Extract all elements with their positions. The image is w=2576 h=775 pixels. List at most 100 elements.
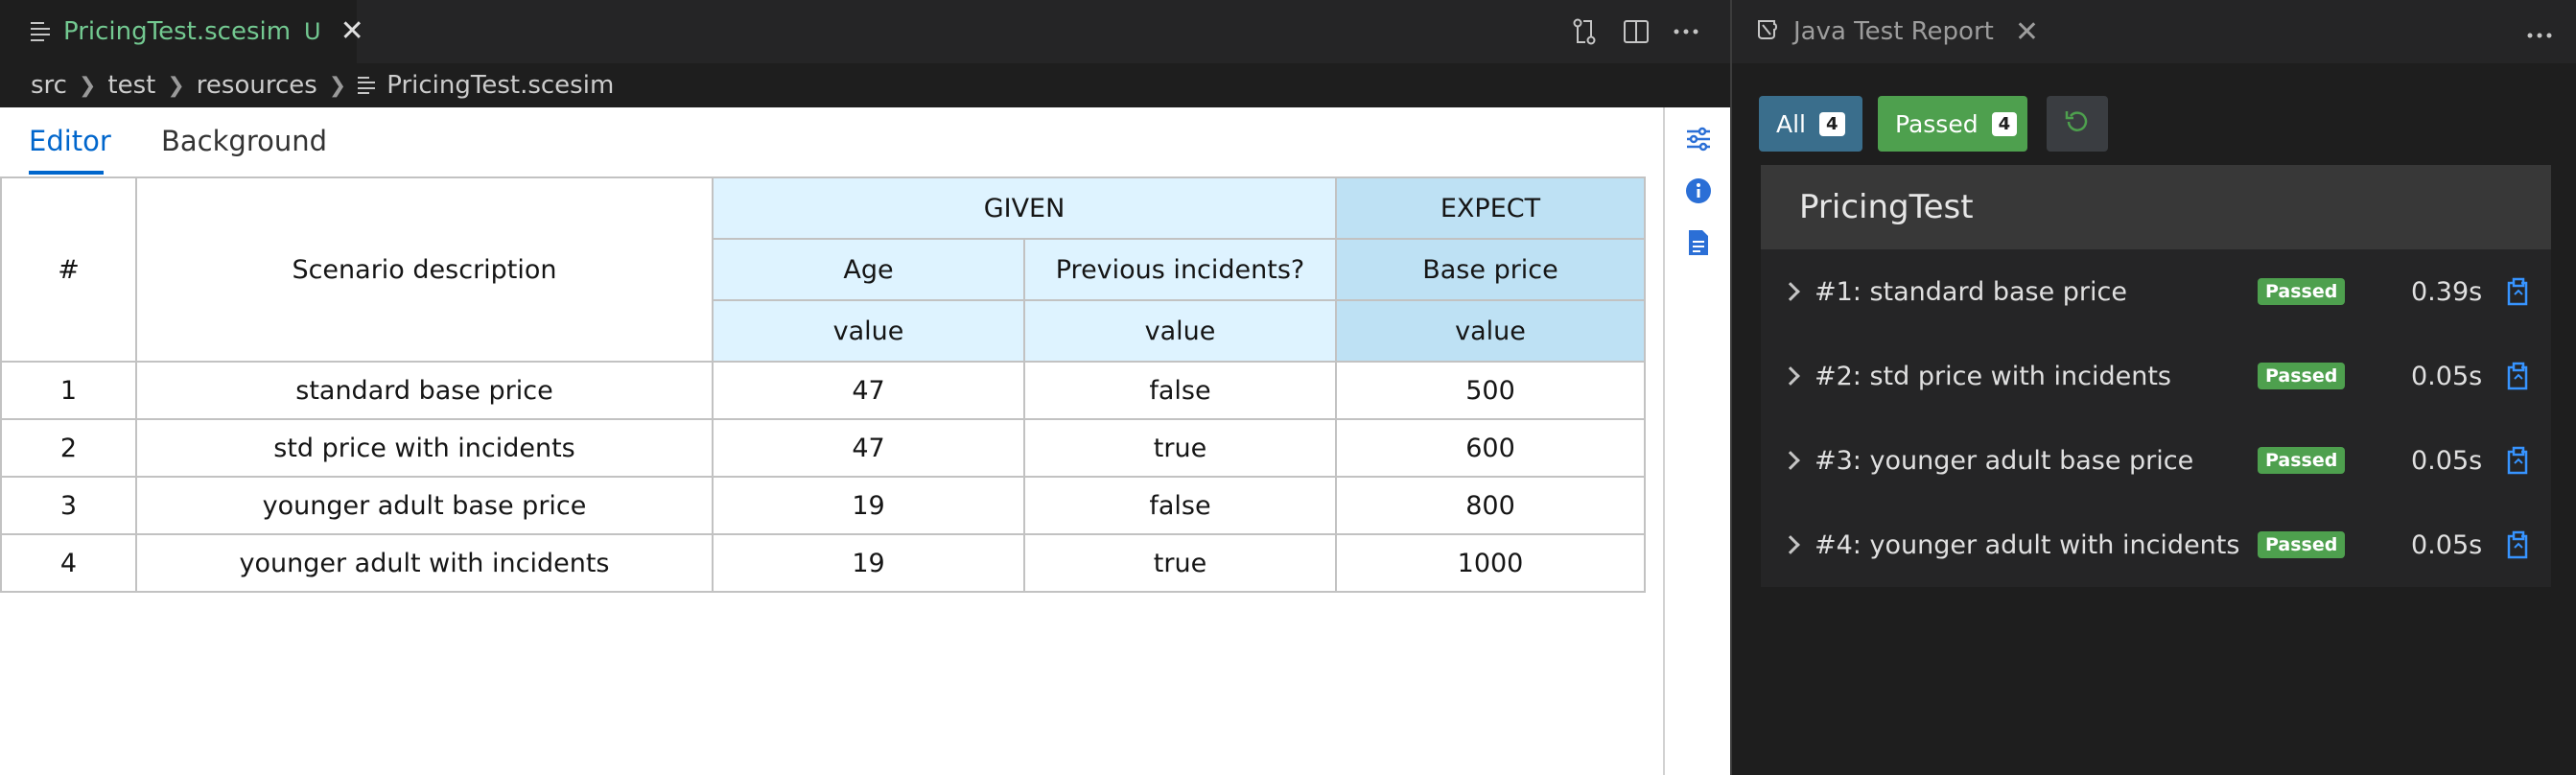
- report-title: Java Test Report: [1793, 17, 1994, 46]
- scesim-tabs: Editor Background: [0, 107, 1663, 176]
- row-description[interactable]: younger adult base price: [135, 476, 714, 535]
- breadcrumb-test[interactable]: test: [107, 71, 155, 100]
- cell-base-price[interactable]: 1000: [1335, 533, 1646, 593]
- document-icon[interactable]: [1684, 228, 1713, 257]
- info-icon[interactable]: [1684, 176, 1713, 205]
- test-case-row[interactable]: #3: younger adult base price Passed 0.05…: [1761, 418, 2551, 503]
- given-header[interactable]: GIVEN: [712, 176, 1337, 240]
- filter-all-button[interactable]: All 4: [1759, 96, 1862, 152]
- table-row: 2 std price with incidents 47 true 600: [0, 418, 1646, 478]
- cell-previous-incidents[interactable]: true: [1023, 533, 1337, 593]
- cell-previous-incidents[interactable]: true: [1023, 418, 1337, 478]
- status-badge: Passed: [2258, 278, 2346, 305]
- test-case-time: 0.05s: [2411, 529, 2483, 560]
- test-case-name: #4: younger adult with incidents: [1815, 529, 2240, 560]
- chevron-right-icon: ❯: [328, 73, 347, 98]
- tab-editor[interactable]: Editor: [29, 125, 111, 157]
- beaker-icon: [1755, 18, 1780, 45]
- row-index[interactable]: 4: [0, 533, 137, 593]
- split-editor-icon[interactable]: [1621, 16, 1651, 47]
- refresh-button[interactable]: [2047, 96, 2108, 152]
- column-header-previous-incidents[interactable]: Previous incidents?: [1023, 238, 1337, 301]
- property-header-value[interactable]: value: [712, 299, 1025, 363]
- cell-age[interactable]: 47: [712, 361, 1025, 420]
- refresh-icon: [2064, 107, 2091, 140]
- scenario-grid: # Scenario description GIVEN EXPECT Age …: [0, 176, 1646, 593]
- close-icon[interactable]: ✕: [340, 17, 364, 46]
- filter-passed-button[interactable]: Passed 4: [1878, 96, 2027, 152]
- status-badge: Passed: [2258, 447, 2346, 474]
- column-header-base-price[interactable]: Base price: [1335, 238, 1646, 301]
- cell-previous-incidents[interactable]: false: [1023, 476, 1337, 535]
- cell-base-price[interactable]: 600: [1335, 418, 1646, 478]
- close-icon[interactable]: ✕: [2015, 15, 2039, 49]
- test-case-row[interactable]: #1: standard base price Passed 0.39s: [1761, 249, 2551, 334]
- filter-passed-count: 4: [1991, 111, 2018, 136]
- copy-icon[interactable]: [2505, 446, 2532, 475]
- row-description[interactable]: std price with incidents: [135, 418, 714, 478]
- test-case-time: 0.05s: [2411, 445, 2483, 476]
- breadcrumb: src ❯ test ❯ resources ❯ PricingTest.sce…: [0, 63, 1730, 107]
- cell-age[interactable]: 19: [712, 476, 1025, 535]
- description-header[interactable]: Scenario description: [135, 176, 714, 363]
- report-tab[interactable]: Java Test Report ✕: [1732, 0, 2041, 63]
- test-case-time: 0.39s: [2411, 276, 2483, 307]
- chevron-right-icon: ❯: [78, 73, 97, 98]
- file-lines-icon: [358, 77, 376, 94]
- cell-age[interactable]: 19: [712, 533, 1025, 593]
- expect-header[interactable]: EXPECT: [1335, 176, 1646, 240]
- breadcrumb-resources[interactable]: resources: [197, 71, 317, 100]
- row-description[interactable]: standard base price: [135, 361, 714, 420]
- table-row: 4 younger adult with incidents 19 true 1…: [0, 533, 1646, 593]
- breadcrumb-src[interactable]: src: [31, 71, 67, 100]
- chevron-right-icon[interactable]: [1781, 535, 1800, 554]
- editor-tab-bar: PricingTest.scesim U ✕: [0, 0, 1730, 63]
- test-case-time: 0.05s: [2411, 361, 2483, 391]
- filter-all-count: 4: [1819, 111, 1845, 136]
- test-case-name: #3: younger adult base price: [1815, 445, 2194, 476]
- copy-icon[interactable]: [2505, 530, 2532, 559]
- test-case-row[interactable]: #4: younger adult with incidents Passed …: [1761, 503, 2551, 587]
- cell-base-price[interactable]: 500: [1335, 361, 1646, 420]
- editor-group: PricingTest.scesim U ✕ src ❯ test ❯ reso…: [0, 0, 1730, 775]
- tab-filename: PricingTest.scesim: [63, 17, 292, 46]
- active-tab-indicator: [29, 171, 104, 175]
- editor-tab-pricingtest[interactable]: PricingTest.scesim U ✕: [0, 0, 364, 63]
- compare-changes-icon[interactable]: [1569, 16, 1600, 47]
- test-case-row[interactable]: #2: std price with incidents Passed 0.05…: [1761, 334, 2551, 418]
- column-header-age[interactable]: Age: [712, 238, 1025, 301]
- row-index[interactable]: 1: [0, 361, 137, 420]
- copy-icon[interactable]: [2505, 362, 2532, 390]
- chevron-right-icon: ❯: [167, 73, 185, 98]
- row-index[interactable]: 3: [0, 476, 137, 535]
- cell-previous-incidents[interactable]: false: [1023, 361, 1337, 420]
- status-badge: Passed: [2258, 363, 2346, 389]
- test-suite: PricingTest #1: standard base price Pass…: [1761, 165, 2551, 587]
- suite-name: PricingTest: [1761, 165, 2551, 249]
- property-header-value[interactable]: value: [1023, 299, 1337, 363]
- report-tab-bar: Java Test Report ✕: [1732, 0, 2576, 63]
- chevron-right-icon[interactable]: [1781, 282, 1800, 301]
- filter-passed-label: Passed: [1895, 109, 1979, 138]
- index-header[interactable]: #: [0, 176, 137, 363]
- tab-background[interactable]: Background: [161, 125, 327, 157]
- breadcrumb-file[interactable]: PricingTest.scesim: [386, 71, 614, 100]
- test-case-name: #1: standard base price: [1815, 276, 2127, 307]
- tab-git-status: U: [304, 18, 321, 45]
- cell-base-price[interactable]: 800: [1335, 476, 1646, 535]
- more-icon[interactable]: [2526, 13, 2553, 47]
- filter-all-label: All: [1776, 109, 1806, 138]
- row-index[interactable]: 2: [0, 418, 137, 478]
- cell-age[interactable]: 47: [712, 418, 1025, 478]
- more-icon[interactable]: [1671, 16, 1701, 47]
- scesim-editor: Editor Background # Scenario description…: [0, 107, 1730, 775]
- java-test-report-panel: Java Test Report ✕ All 4 Passed 4 Pricin…: [1730, 0, 2576, 775]
- chevron-right-icon[interactable]: [1781, 451, 1800, 470]
- settings-sliders-icon[interactable]: [1684, 125, 1713, 153]
- copy-icon[interactable]: [2505, 277, 2532, 306]
- property-header-value[interactable]: value: [1335, 299, 1646, 363]
- file-lines-icon: [31, 22, 50, 41]
- table-row: 3 younger adult base price 19 false 800: [0, 476, 1646, 535]
- chevron-right-icon[interactable]: [1781, 366, 1800, 386]
- row-description[interactable]: younger adult with incidents: [135, 533, 714, 593]
